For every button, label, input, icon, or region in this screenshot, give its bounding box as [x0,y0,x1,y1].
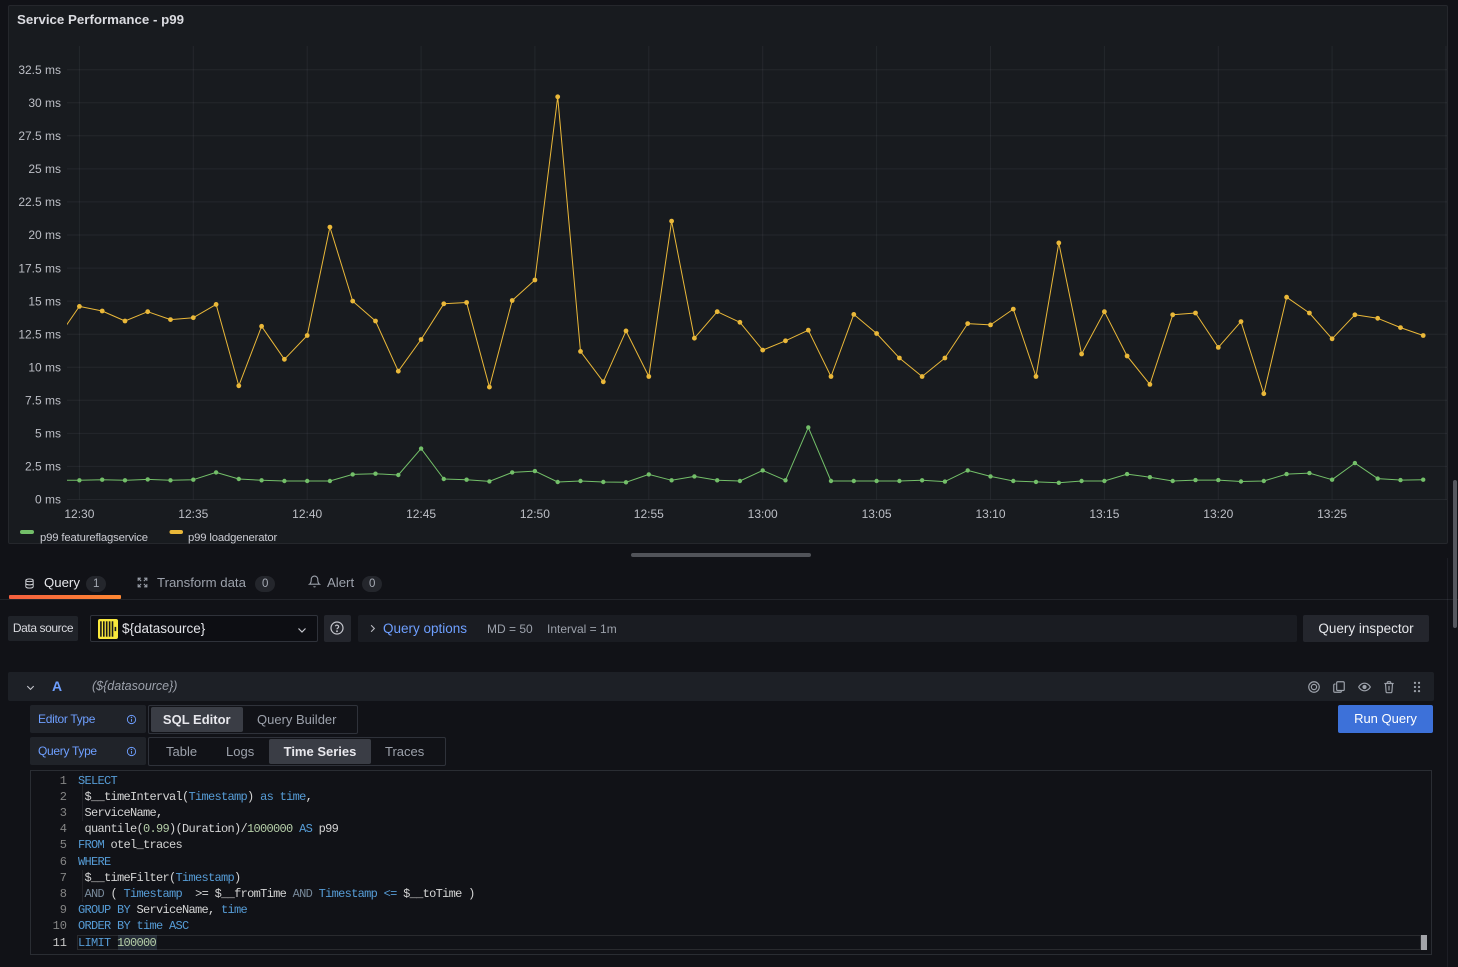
svg-text:2.5 ms: 2.5 ms [25,460,61,474]
svg-text:p99 featureflagservice: p99 featureflagservice [40,532,148,544]
svg-text:25 ms: 25 ms [28,162,61,176]
svg-text:5 ms: 5 ms [35,427,61,441]
svg-text:12:50: 12:50 [520,507,550,521]
svg-text:12.5 ms: 12.5 ms [18,327,61,341]
svg-text:0 ms: 0 ms [35,493,61,507]
svg-text:27.5 ms: 27.5 ms [18,129,61,143]
svg-text:13:15: 13:15 [1089,507,1119,521]
svg-text:12:35: 12:35 [178,507,208,521]
svg-text:7.5 ms: 7.5 ms [25,394,61,408]
svg-text:22.5 ms: 22.5 ms [18,195,61,209]
svg-text:13:25: 13:25 [1317,507,1347,521]
svg-text:32.5 ms: 32.5 ms [18,63,61,77]
svg-text:p99 loadgenerator: p99 loadgenerator [188,532,278,544]
svg-text:12:45: 12:45 [406,507,436,521]
svg-text:10 ms: 10 ms [28,361,61,375]
svg-text:20 ms: 20 ms [28,228,61,242]
svg-text:12:30: 12:30 [64,507,94,521]
svg-text:13:20: 13:20 [1203,507,1233,521]
svg-text:15 ms: 15 ms [28,294,61,308]
svg-text:30 ms: 30 ms [28,96,61,110]
svg-text:17.5 ms: 17.5 ms [18,261,61,275]
svg-text:13:10: 13:10 [975,507,1005,521]
svg-text:13:05: 13:05 [862,507,892,521]
svg-text:12:40: 12:40 [292,507,322,521]
svg-text:12:55: 12:55 [634,507,664,521]
svg-text:13:00: 13:00 [748,507,778,521]
